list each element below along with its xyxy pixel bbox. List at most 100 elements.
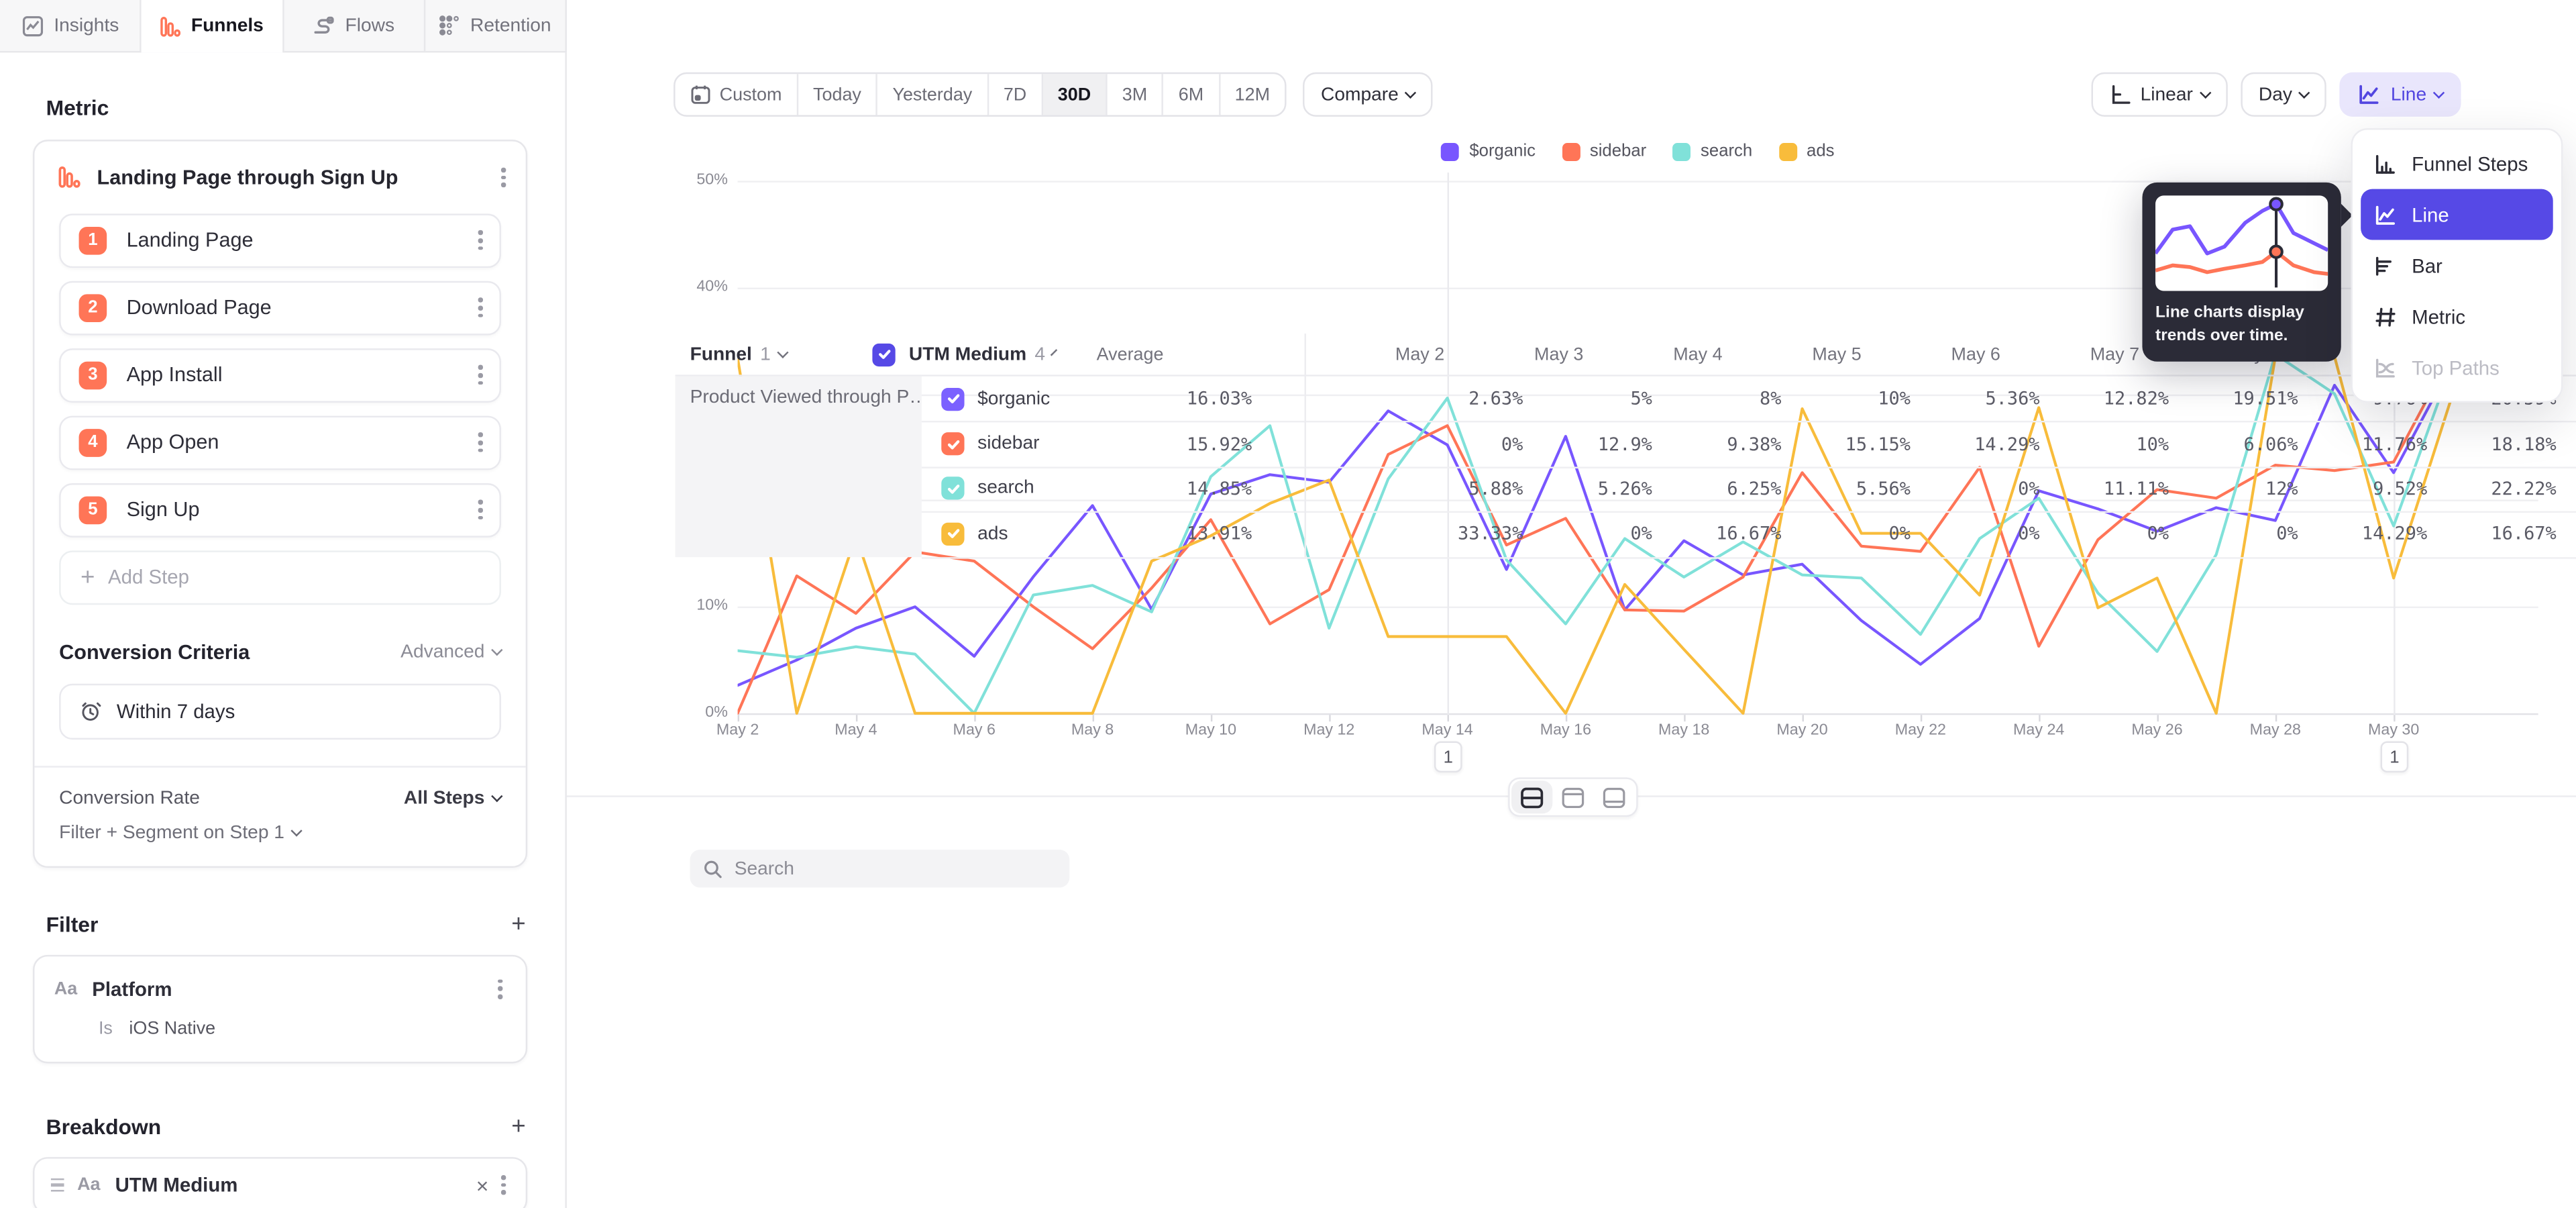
value-cell: 12.82% bbox=[2059, 388, 2189, 409]
range-button-12m[interactable]: 12M bbox=[1220, 74, 1285, 115]
menu-item-funnel-steps[interactable]: Funnel Steps bbox=[2353, 138, 2561, 189]
granularity-dropdown[interactable]: Day bbox=[2241, 72, 2326, 117]
annotation-badge[interactable]: 1 bbox=[2381, 741, 2409, 772]
date-column-header[interactable]: May 5 bbox=[1742, 344, 1881, 364]
add-breakdown-button[interactable]: + bbox=[511, 1112, 525, 1140]
legend-item[interactable]: $organic bbox=[1442, 142, 1536, 161]
scale-dropdown[interactable]: Linear bbox=[2091, 72, 2227, 117]
flows-icon bbox=[313, 14, 335, 37]
breakdown-column-header[interactable]: UTM Medium4 bbox=[853, 343, 1051, 366]
segment-label-cell[interactable]: $organic bbox=[922, 387, 1104, 410]
kebab-menu-icon[interactable] bbox=[492, 972, 509, 1005]
tab-flows[interactable]: Flows bbox=[283, 0, 425, 51]
layout-table-only-button[interactable] bbox=[1594, 781, 1635, 813]
date-column-header[interactable]: May 3 bbox=[1464, 344, 1603, 364]
funnel-step[interactable]: 2Download Page bbox=[59, 281, 501, 335]
range-button-30d[interactable]: 30D bbox=[1043, 74, 1108, 115]
funnel-cell[interactable]: Product Viewed through P… bbox=[676, 376, 922, 556]
value-cell: 5% bbox=[1543, 388, 1672, 409]
funnel-step[interactable]: 1Landing Page bbox=[59, 213, 501, 268]
chart-type-menu: Funnel Steps Line Bar Metric Top Paths bbox=[2351, 128, 2563, 403]
row-checkbox[interactable] bbox=[941, 387, 964, 410]
date-column-header[interactable]: May 4 bbox=[1603, 344, 1742, 364]
value-cell: 5.88% bbox=[1413, 479, 1543, 500]
select-all-checkbox[interactable] bbox=[873, 343, 896, 366]
funnel-step[interactable]: 4App Open bbox=[59, 415, 501, 470]
menu-item-metric[interactable]: Metric bbox=[2353, 291, 2561, 342]
menu-item-line[interactable]: Line bbox=[2361, 189, 2553, 240]
funnel-step[interactable]: 5Sign Up bbox=[59, 483, 501, 537]
value-cell: 19.51% bbox=[2189, 388, 2318, 409]
segment-name: ads bbox=[977, 524, 1008, 544]
range-button-yesterday[interactable]: Yesterday bbox=[877, 74, 988, 115]
remove-breakdown-icon[interactable]: × bbox=[476, 1173, 489, 1198]
row-checkbox[interactable] bbox=[941, 477, 964, 500]
range-button-today[interactable]: Today bbox=[798, 74, 877, 115]
legend-item[interactable]: sidebar bbox=[1562, 142, 1646, 161]
funnel-column-header[interactable]: Funnel1 bbox=[676, 344, 853, 364]
kebab-menu-icon[interactable] bbox=[495, 1169, 513, 1201]
conversion-window-button[interactable]: Within 7 days bbox=[59, 683, 501, 739]
segment-label-cell[interactable]: sidebar bbox=[922, 432, 1104, 455]
value-cell: 16.67% bbox=[2447, 523, 2576, 545]
legend-item[interactable]: ads bbox=[1778, 142, 1834, 161]
menu-item-bar[interactable]: Bar bbox=[2353, 240, 2561, 291]
range-button-7d[interactable]: 7D bbox=[989, 74, 1043, 115]
compare-button[interactable]: Compare bbox=[1303, 72, 1433, 117]
step-number-badge: 1 bbox=[79, 226, 107, 254]
value-cell: 2.63% bbox=[1413, 388, 1543, 409]
value-cell: 5.26% bbox=[1543, 479, 1672, 500]
kebab-menu-icon[interactable] bbox=[472, 224, 490, 256]
metric-card: Landing Page through Sign Up 1Landing Pa… bbox=[33, 140, 527, 867]
line-chart-icon bbox=[2358, 84, 2381, 105]
date-column-header[interactable]: May 7 bbox=[2020, 344, 2159, 364]
legend-item[interactable]: search bbox=[1672, 142, 1752, 161]
kebab-menu-icon[interactable] bbox=[472, 291, 490, 323]
y-axis-label: 10% bbox=[662, 597, 728, 615]
funnel-metric-icon bbox=[58, 166, 80, 189]
value-cell: 15.92% bbox=[1104, 433, 1272, 454]
annotation-badge[interactable]: 1 bbox=[1434, 741, 1462, 772]
tab-label: Flows bbox=[345, 15, 395, 35]
chevron-down-icon bbox=[777, 347, 789, 358]
kebab-menu-icon[interactable] bbox=[495, 161, 513, 193]
segment-label-cell[interactable]: search bbox=[922, 477, 1104, 500]
range-button-6m[interactable]: 6M bbox=[1164, 74, 1220, 115]
kebab-menu-icon[interactable] bbox=[472, 359, 490, 391]
layout-split-button[interactable] bbox=[1511, 781, 1552, 813]
breakdown-card[interactable]: Aa UTM Medium × bbox=[33, 1156, 527, 1208]
layout-chart-only-button[interactable] bbox=[1552, 781, 1593, 813]
tab-retention[interactable]: Retention bbox=[425, 0, 567, 51]
chart-type-dropdown[interactable]: Line bbox=[2340, 72, 2461, 117]
search-input[interactable]: Search bbox=[690, 850, 1070, 887]
date-column-header[interactable]: May 6 bbox=[1881, 344, 2020, 364]
menu-item-top-paths[interactable]: Top Paths bbox=[2353, 342, 2561, 393]
insights-icon bbox=[21, 14, 44, 37]
drag-handle-icon[interactable] bbox=[51, 1179, 64, 1192]
range-button-3m[interactable]: 3M bbox=[1108, 74, 1164, 115]
date-column-header[interactable]: May 2 bbox=[1325, 344, 1464, 364]
filter-card[interactable]: Aa Platform IsiOS Native bbox=[33, 954, 527, 1062]
linear-scale-icon bbox=[2109, 84, 2131, 105]
filter-segment-dropdown[interactable]: Filter + Segment on Step 1 bbox=[59, 823, 501, 842]
row-checkbox[interactable] bbox=[941, 522, 964, 545]
value-cell: 5.36% bbox=[1930, 388, 2059, 409]
row-separator bbox=[922, 511, 2576, 513]
metric-title: Landing Page through Sign Up bbox=[97, 166, 495, 189]
range-button-custom[interactable]: Custom bbox=[676, 74, 798, 115]
row-checkbox[interactable] bbox=[941, 432, 964, 455]
string-type-icon: Aa bbox=[77, 1175, 100, 1195]
segment-label-cell[interactable]: ads bbox=[922, 522, 1104, 545]
tab-funnels[interactable]: Funnels bbox=[142, 0, 283, 52]
tab-insights[interactable]: Insights bbox=[0, 0, 142, 51]
average-column-header[interactable]: Average bbox=[1051, 344, 1183, 364]
advanced-dropdown[interactable]: Advanced bbox=[400, 642, 501, 662]
add-step-button[interactable]: + Add Step bbox=[59, 550, 501, 605]
value-cell: 6.25% bbox=[1672, 479, 1801, 500]
add-filter-button[interactable]: + bbox=[511, 910, 525, 938]
kebab-menu-icon[interactable] bbox=[472, 426, 490, 458]
funnel-step[interactable]: 3App Install bbox=[59, 348, 501, 403]
all-steps-dropdown[interactable]: All Steps bbox=[404, 789, 501, 808]
tab-label: Insights bbox=[54, 15, 119, 35]
kebab-menu-icon[interactable] bbox=[472, 494, 490, 526]
